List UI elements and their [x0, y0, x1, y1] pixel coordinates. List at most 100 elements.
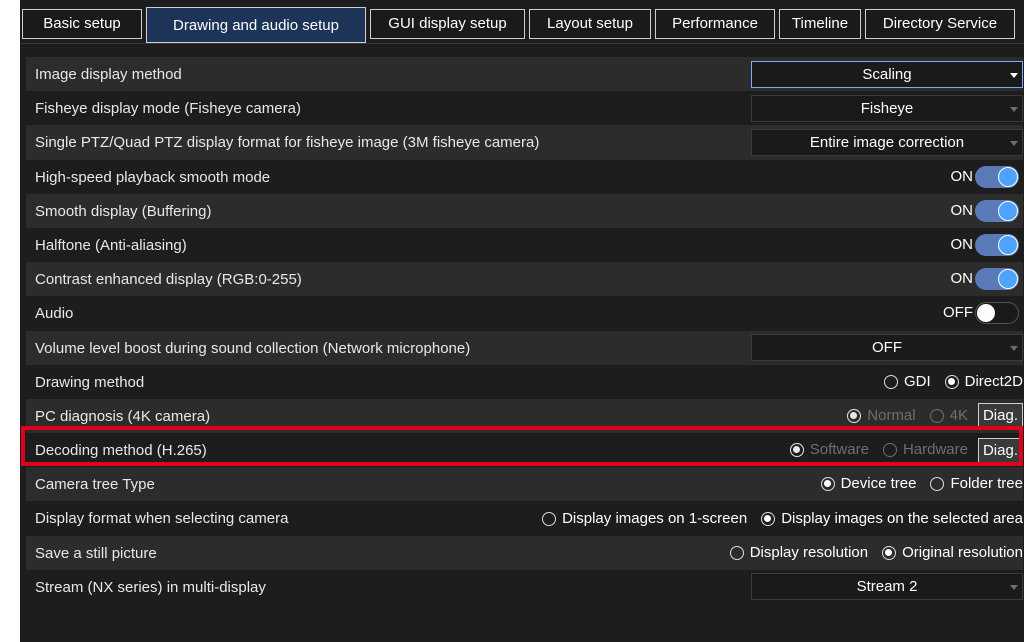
- tab-basic-setup[interactable]: Basic setup: [22, 9, 142, 39]
- setting-label: Single PTZ/Quad PTZ display format for f…: [35, 134, 540, 152]
- setting-label: PC diagnosis (4K camera): [35, 407, 211, 425]
- setting-label: High-speed playback smooth mode: [35, 168, 271, 186]
- settings-panel: Basic setup Drawing and audio setup GUI …: [20, 0, 1024, 642]
- radio-dot: [847, 408, 862, 423]
- toggle-knob: [998, 269, 1018, 290]
- setting-row-drawing-method: Drawing method GDI Direct2D: [26, 365, 1023, 399]
- setting-row-contrast-enhanced: Contrast enhanced display (RGB:0-255) ON: [26, 262, 1023, 297]
- toggle-knob: [998, 166, 1018, 187]
- tab-gui-display-setup[interactable]: GUI display setup: [370, 9, 525, 39]
- setting-row-decoding-method: Decoding method (H.265) Software Hardwar…: [26, 433, 1023, 467]
- chevron-down-icon: [1010, 106, 1018, 112]
- radio-software[interactable]: Software: [789, 433, 869, 467]
- radio-label: 4K: [949, 406, 968, 424]
- setting-row-pc-diagnosis: PC diagnosis (4K camera) Normal 4K Diag.: [26, 398, 1023, 434]
- setting-row-smooth-display: Smooth display (Buffering) ON: [26, 193, 1023, 228]
- audio-toggle[interactable]: [975, 302, 1019, 325]
- radio-dot: [882, 545, 897, 560]
- toggle-knob: [977, 304, 995, 323]
- radio-dot: [930, 477, 945, 492]
- radio-label: GDI: [903, 372, 931, 390]
- toggle-state-label: ON: [950, 236, 974, 254]
- setting-label: Drawing method: [35, 373, 145, 391]
- select-value: Stream 2: [856, 578, 918, 596]
- toggle-knob: [998, 235, 1018, 256]
- settings-list: Image display method Scaling Fisheye dis…: [26, 57, 1023, 604]
- setting-row-high-speed-playback: High-speed playback smooth mode ON: [26, 160, 1023, 194]
- radio-label: Folder tree: [950, 475, 1023, 493]
- setting-label: Decoding method (H.265): [35, 442, 207, 460]
- toggle-state-label: ON: [950, 167, 974, 185]
- radio-normal[interactable]: Normal: [847, 399, 916, 433]
- setting-row-camera-tree-type: Camera tree Type Device tree Folder tree: [26, 467, 1023, 502]
- high-speed-playback-toggle[interactable]: [975, 165, 1019, 188]
- radio-original-resolution[interactable]: Original resolution: [882, 536, 1023, 570]
- smooth-display-toggle[interactable]: [975, 199, 1019, 222]
- chevron-down-icon: [1010, 346, 1018, 352]
- decoding-diag-button[interactable]: Diag.: [977, 437, 1023, 463]
- tab-layout-setup[interactable]: Layout setup: [529, 9, 651, 39]
- radio-label: Display resolution: [749, 543, 869, 561]
- tab-drawing-audio-setup[interactable]: Drawing and audio setup: [146, 7, 366, 43]
- chevron-down-icon: [1010, 72, 1018, 78]
- toggle-knob: [998, 200, 1018, 221]
- setting-row-image-display-method: Image display method Scaling: [26, 57, 1023, 92]
- radio-4k[interactable]: 4K: [929, 399, 968, 433]
- setting-row-volume-boost: Volume level boost during sound collecti…: [26, 330, 1023, 365]
- setting-row-save-still-picture: Save a still picture Display resolution …: [26, 535, 1023, 570]
- setting-label: Camera tree Type: [35, 476, 155, 494]
- tab-performance[interactable]: Performance: [655, 9, 775, 39]
- radio-1-screen[interactable]: Display images on 1-screen: [542, 502, 747, 536]
- radio-hardware[interactable]: Hardware: [882, 433, 968, 467]
- setting-row-display-format: Display format when selecting camera Dis…: [26, 501, 1023, 535]
- halftone-toggle[interactable]: [975, 234, 1019, 257]
- radio-selected-area[interactable]: Display images on the selected area: [761, 502, 1023, 536]
- setting-label: Smooth display (Buffering): [35, 202, 212, 220]
- setting-row-fisheye-display-mode: Fisheye display mode (Fisheye camera) Fi…: [26, 91, 1023, 125]
- setting-label: Volume level boost during sound collecti…: [35, 339, 471, 357]
- chevron-down-icon: [1010, 140, 1018, 146]
- contrast-enhanced-toggle[interactable]: [975, 268, 1019, 291]
- radio-display-resolution[interactable]: Display resolution: [729, 536, 869, 570]
- toggle-state-label: OFF: [943, 304, 973, 322]
- radio-folder-tree[interactable]: Folder tree: [930, 467, 1023, 501]
- setting-row-halftone: Halftone (Anti-aliasing) ON: [26, 228, 1023, 262]
- setting-label: Halftone (Anti-aliasing): [35, 236, 187, 254]
- tab-bar: Basic setup Drawing and audio setup GUI …: [20, 4, 1024, 44]
- select-value: Fisheye: [860, 99, 914, 117]
- radio-label: Display images on 1-screen: [562, 509, 748, 527]
- tab-timeline[interactable]: Timeline: [779, 9, 861, 39]
- setting-row-stream-multi-display: Stream (NX series) in multi-display Stre…: [26, 570, 1023, 604]
- setting-label: Display format when selecting camera: [35, 510, 289, 528]
- radio-device-tree[interactable]: Device tree: [820, 467, 916, 501]
- radio-dot: [729, 545, 744, 560]
- radio-label: Display images on the selected area: [781, 509, 1023, 527]
- radio-dot: [542, 511, 557, 526]
- radio-label: Software: [809, 441, 869, 459]
- radio-dot: [761, 511, 776, 526]
- radio-dot: [882, 443, 897, 458]
- toggle-state-label: ON: [950, 270, 974, 288]
- stream-multi-display-select[interactable]: Stream 2: [751, 573, 1023, 601]
- setting-row-single-ptz-format: Single PTZ/Quad PTZ display format for f…: [26, 125, 1023, 160]
- toggle-state-label: ON: [950, 201, 974, 219]
- select-value: Scaling: [862, 65, 912, 83]
- radio-label: Direct2D: [964, 372, 1023, 390]
- setting-label: Contrast enhanced display (RGB:0-255): [35, 271, 302, 289]
- setting-row-audio: Audio OFF: [26, 296, 1023, 330]
- select-value: Entire image correction: [809, 133, 965, 151]
- radio-direct2d[interactable]: Direct2D: [944, 365, 1023, 399]
- radio-label: Hardware: [902, 441, 968, 459]
- tab-directory-service[interactable]: Directory Service: [865, 9, 1015, 39]
- setting-label: Image display method: [35, 66, 182, 83]
- volume-boost-select[interactable]: OFF: [751, 334, 1023, 362]
- radio-label: Original resolution: [902, 543, 1023, 561]
- pc-diagnosis-diag-button[interactable]: Diag.: [977, 403, 1023, 429]
- setting-label: Audio: [35, 305, 74, 323]
- fisheye-display-mode-select[interactable]: Fisheye: [751, 94, 1023, 122]
- radio-gdi[interactable]: GDI: [883, 365, 931, 399]
- chevron-down-icon: [1010, 585, 1018, 591]
- image-display-method-select[interactable]: Scaling: [751, 60, 1023, 88]
- radio-dot: [944, 374, 959, 389]
- single-ptz-format-select[interactable]: Entire image correction: [751, 128, 1023, 156]
